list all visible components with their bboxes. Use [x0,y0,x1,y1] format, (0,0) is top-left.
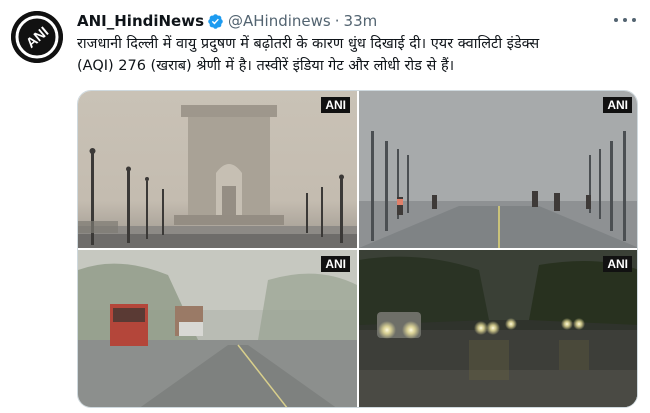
timestamp[interactable]: 33m [344,12,378,30]
media-grid: ANI ANI ANI ANI [77,90,638,408]
tweet-text-line: (AQI) 276 (खराब) श्रेणी में है। तस्वीरें… [77,58,455,74]
avatar[interactable]: ANI [11,11,63,63]
verified-badge-icon [207,13,224,30]
ani-watermark: ANI [321,97,350,113]
tweet-header: ANI_HindiNews @AHindinews · 33m [77,11,377,31]
ani-watermark: ANI [321,256,350,272]
tweet-text-line: राजधानी दिल्ली में वायु प्रदुषण में बढ़ो… [77,36,540,52]
ani-watermark: ANI [603,256,632,272]
ani-watermark: ANI [603,97,632,113]
photo-india-gate[interactable]: ANI [78,91,357,248]
photo-rajpath-walkers[interactable]: ANI [359,91,637,248]
separator-dot: · [334,12,340,30]
more-dot [614,18,618,22]
more-options-icon[interactable] [614,12,636,28]
author-name[interactable]: ANI_HindiNews [77,12,204,30]
more-dot [632,18,636,22]
more-dot [623,18,627,22]
tweet-text: राजधानी दिल्ली में वायु प्रदुषण में बढ़ो… [77,33,637,77]
photo-night-road[interactable]: ANI [359,250,637,407]
author-handle[interactable]: @AHindinews [228,12,331,30]
photo-road-buses[interactable]: ANI [78,250,357,407]
ani-logo: ANI [11,11,63,63]
